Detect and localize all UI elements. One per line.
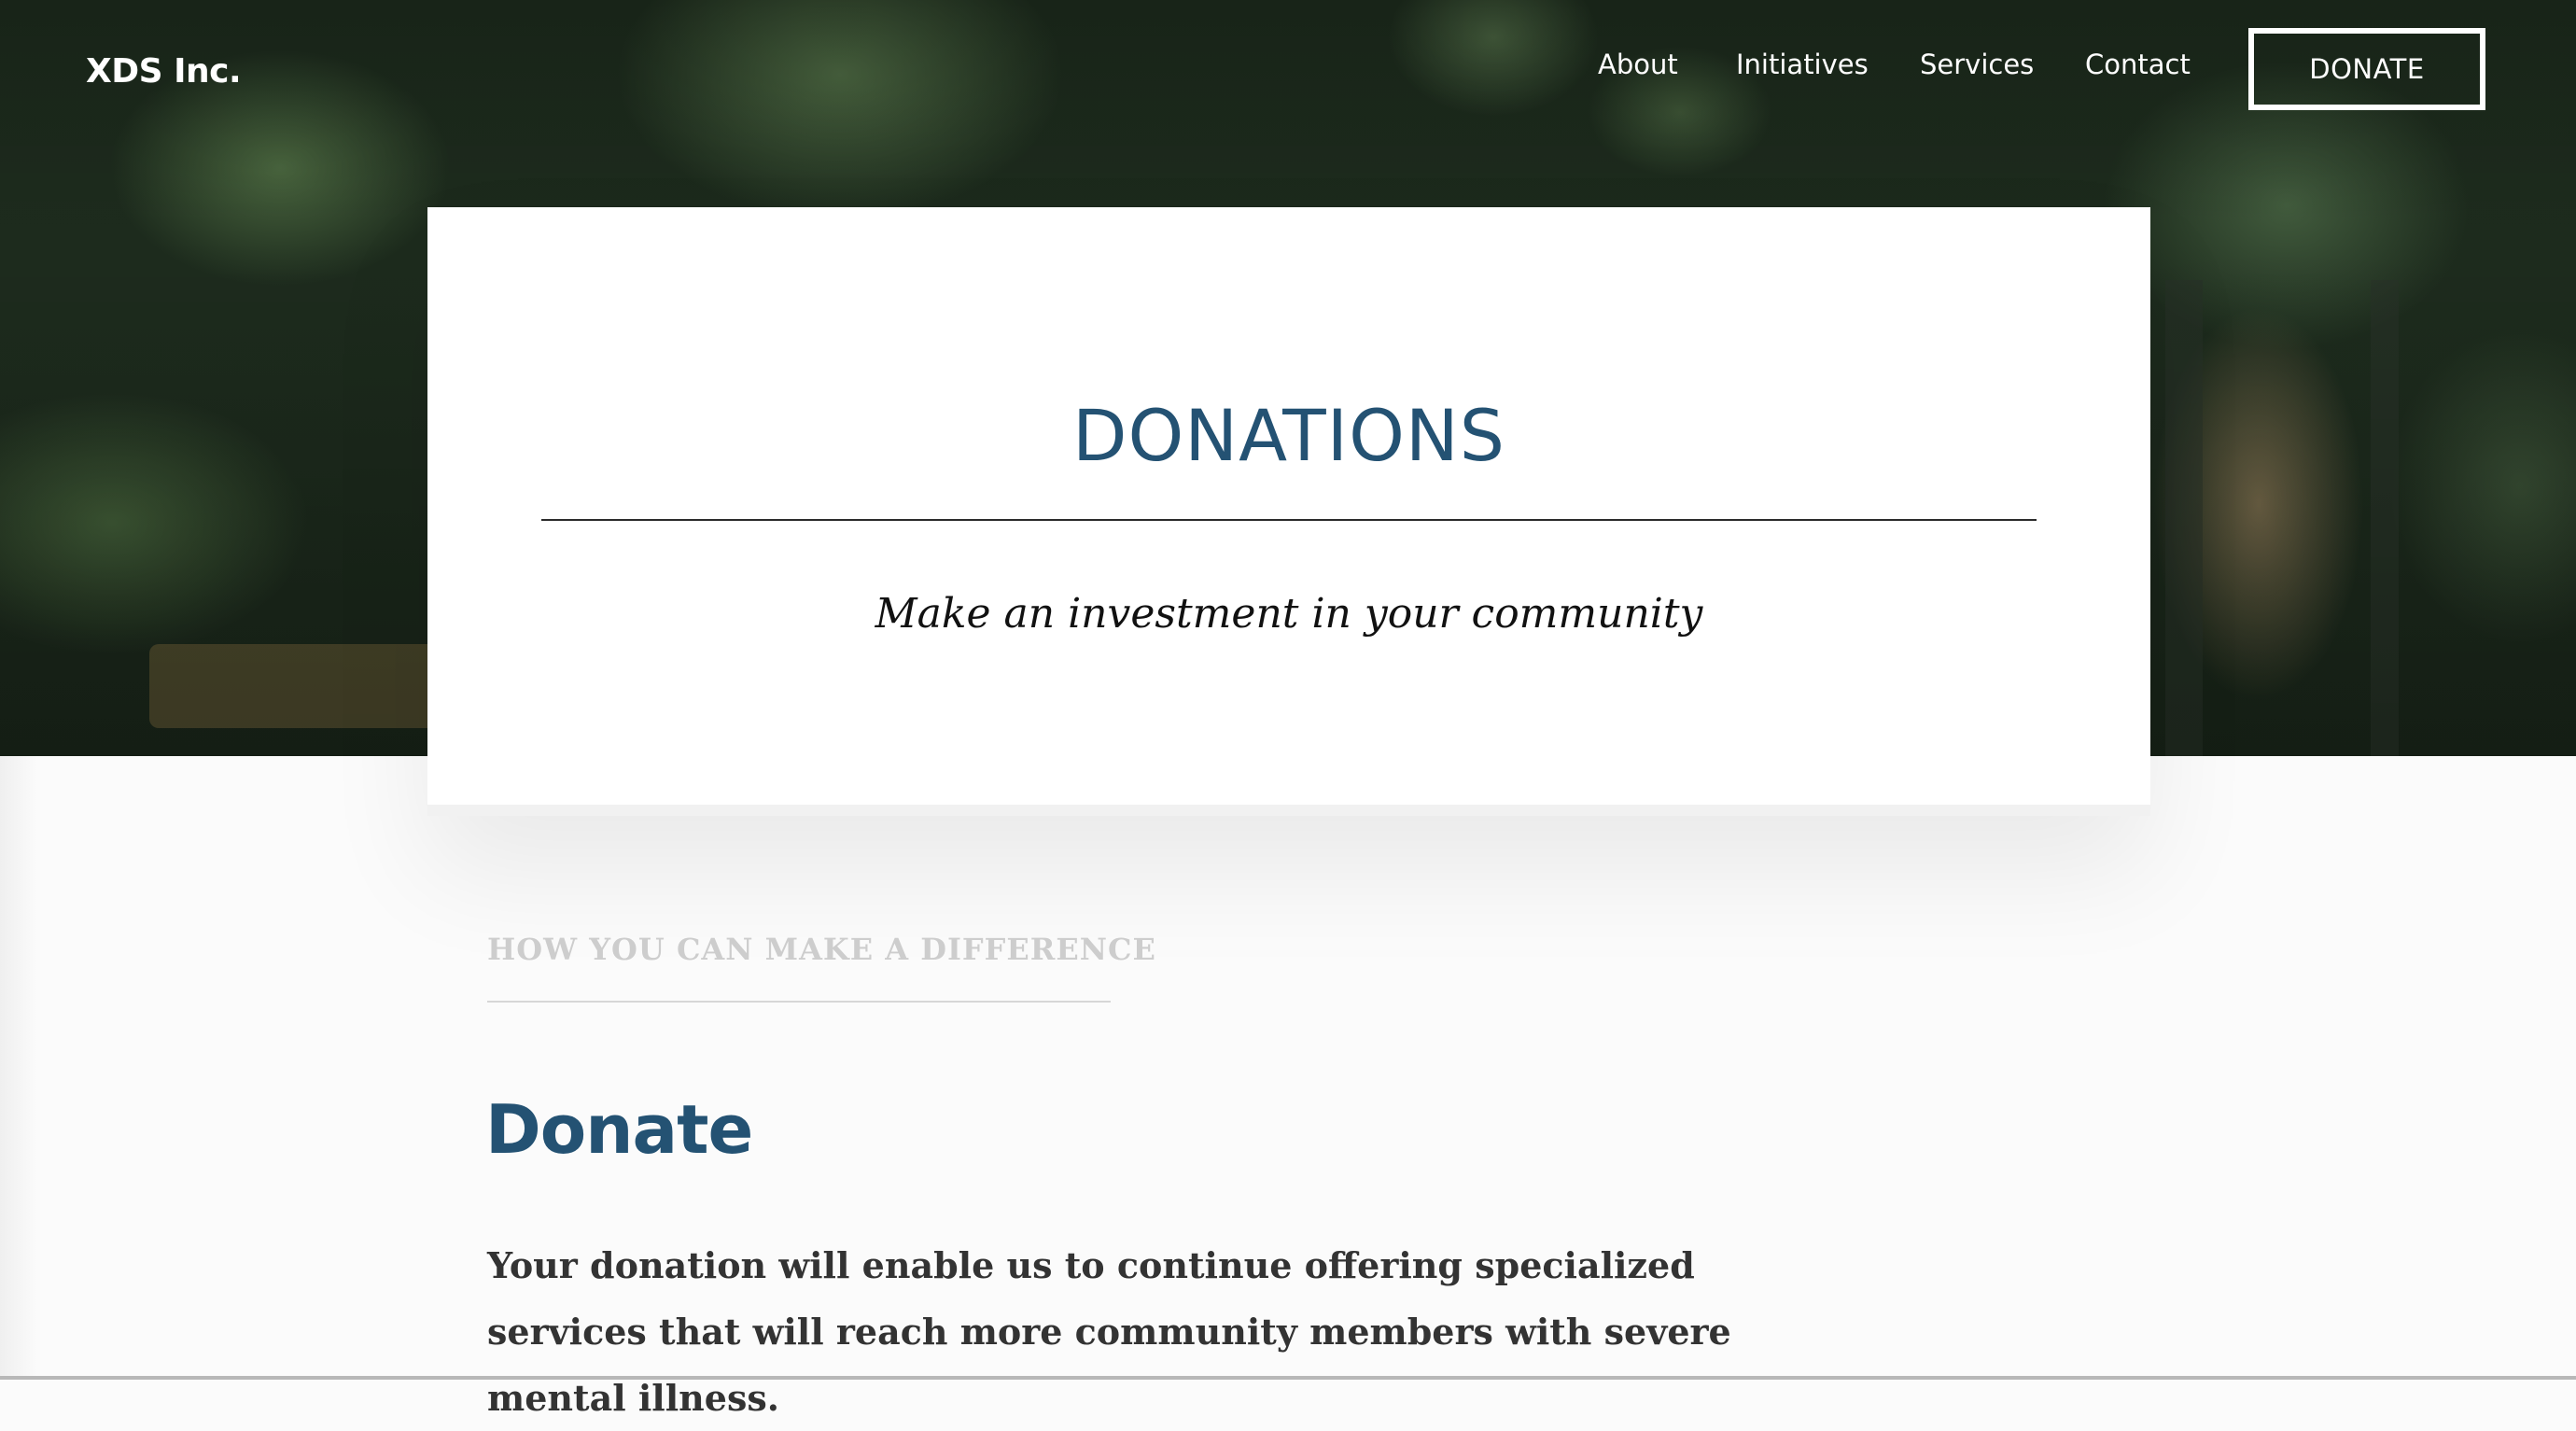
- hero-pillar-shape: [2165, 280, 2203, 756]
- donate-button[interactable]: DONATE: [2248, 28, 2485, 110]
- section-heading: Donate: [485, 1090, 753, 1169]
- page-title: DONATIONS: [1071, 394, 1506, 477]
- eyebrow-divider: [487, 1001, 1111, 1003]
- title-card: DONATIONS Make an investment in your com…: [427, 207, 2150, 805]
- left-edge-shade: [0, 756, 37, 1380]
- hero-bench-shape: [149, 644, 457, 728]
- bottom-edge-line: [0, 1376, 2576, 1380]
- section-eyebrow: HOW YOU CAN MAKE A DIFFERENCE: [487, 932, 1156, 967]
- nav-link-about[interactable]: About: [1598, 49, 1678, 80]
- section-body-text: Your donation will enable us to continue…: [487, 1244, 1731, 1419]
- hero-pillar-shape: [2371, 280, 2399, 756]
- nav-link-contact[interactable]: Contact: [2085, 49, 2191, 80]
- nav-link-services[interactable]: Services: [1920, 49, 2034, 80]
- nav-link-initiatives[interactable]: Initiatives: [1736, 49, 1869, 80]
- title-divider: [541, 519, 2037, 521]
- page-subtitle: Make an investment in your community: [875, 590, 1703, 638]
- site-logo[interactable]: XDS Inc.: [86, 52, 242, 91]
